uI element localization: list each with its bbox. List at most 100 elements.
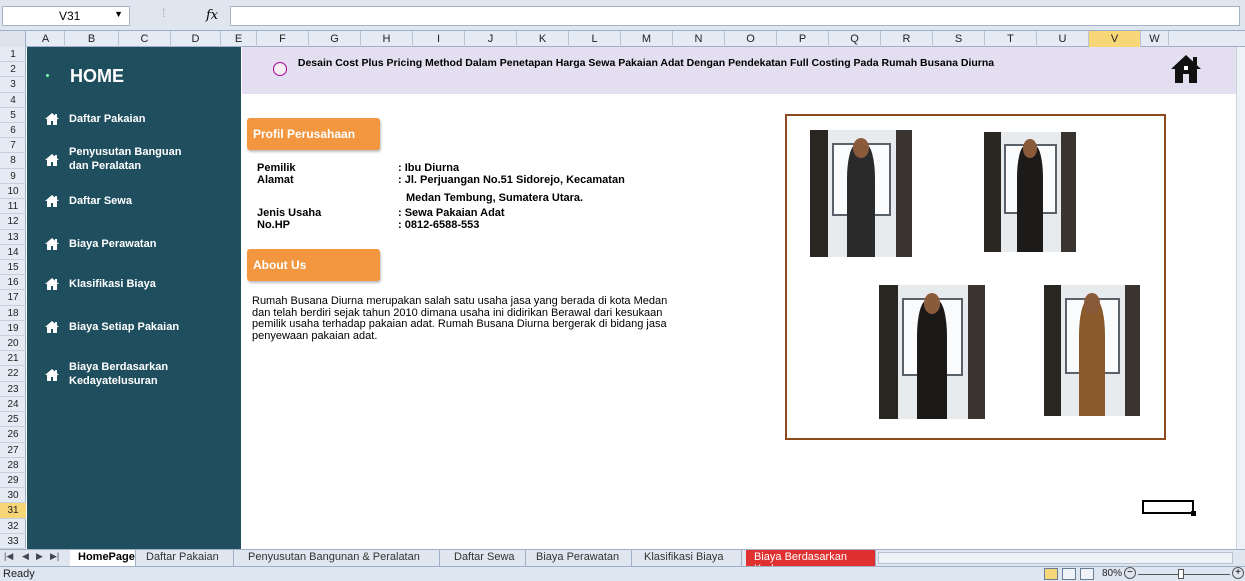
home-icon (44, 320, 60, 334)
column-header-m[interactable]: M (621, 31, 673, 47)
normal-view-button[interactable] (1044, 568, 1058, 580)
row-header-11[interactable]: 11 (0, 199, 26, 215)
column-header-t[interactable]: T (985, 31, 1037, 47)
next-sheet-icon[interactable]: ▶ (36, 551, 43, 562)
sidebar-item-biaya-berdasarkan-kedayatelusuran[interactable]: Biaya Berdasarkan Kedayatelusuran (44, 360, 234, 390)
about-heading-button[interactable]: About Us (247, 249, 380, 281)
sheet-tab-daftar-pakaian[interactable]: Daftar Pakaian (138, 550, 234, 566)
row-header-16[interactable]: 16 (0, 275, 26, 291)
row-header-18[interactable]: 18 (0, 306, 26, 321)
row-header-27[interactable]: 27 (0, 443, 26, 458)
active-cell[interactable] (1142, 500, 1196, 516)
column-header-n[interactable]: N (673, 31, 725, 47)
row-header-33[interactable]: 33 (0, 534, 26, 549)
zoom-slider-thumb[interactable] (1178, 569, 1184, 579)
column-header-h[interactable]: H (361, 31, 413, 47)
sheet-tab-biaya-berdasarkan-ked[interactable]: Biaya Berdasarkan Ked (746, 550, 876, 575)
row-header-28[interactable]: 28 (0, 458, 26, 473)
horizontal-scrollbar[interactable] (878, 552, 1233, 564)
row-header-7[interactable]: 7 (0, 138, 26, 154)
column-header-c[interactable]: C (119, 31, 171, 47)
column-header-w[interactable]: W (1141, 31, 1169, 47)
about-text: Rumah Busana Diurna merupakan salah satu… (252, 295, 702, 342)
sidebar-item-daftar-sewa[interactable]: Daftar Sewa (44, 194, 234, 224)
row-header-12[interactable]: 12 (0, 214, 26, 230)
sheet-tab-klasifikasi-biaya[interactable]: Klasifikasi Biaya (636, 550, 742, 566)
sidebar-item-klasifikasi-biaya[interactable]: Klasifikasi Biaya (44, 277, 234, 307)
row-header-22[interactable]: 22 (0, 366, 26, 382)
sidebar-item-biaya-setiap-pakaian[interactable]: Biaya Setiap Pakaian (44, 320, 234, 350)
sheet-tab-biaya-perawatan[interactable]: Biaya Perawatan (528, 550, 632, 566)
zoom-level[interactable]: 80% (1102, 568, 1122, 579)
column-header-b[interactable]: B (65, 31, 119, 47)
row-header-26[interactable]: 26 (0, 427, 26, 443)
name-box[interactable]: V31 ▼ (2, 6, 130, 26)
column-header-f[interactable]: F (257, 31, 309, 47)
column-header-p[interactable]: P (777, 31, 829, 47)
column-header-s[interactable]: S (933, 31, 985, 47)
prev-sheet-icon[interactable]: ◀ (22, 551, 29, 562)
column-header-j[interactable]: J (465, 31, 517, 47)
sidebar-item-biaya-perawatan[interactable]: Biaya Perawatan (44, 237, 234, 267)
profile-value: : Jl. Perjuangan No.51 Sidorejo, Kecamat… (398, 174, 625, 186)
row-header-17[interactable]: 17 (0, 290, 26, 306)
column-header-u[interactable]: U (1037, 31, 1089, 47)
column-header-v[interactable]: V (1089, 31, 1141, 47)
column-header-o[interactable]: O (725, 31, 777, 47)
row-header-6[interactable]: 6 (0, 123, 26, 139)
select-all-button[interactable] (0, 31, 26, 47)
home-icon[interactable] (1169, 52, 1203, 86)
zoom-in-button[interactable]: + (1232, 567, 1244, 579)
column-header-i[interactable]: I (413, 31, 465, 47)
row-header-25[interactable]: 25 (0, 412, 26, 428)
formula-input[interactable] (230, 6, 1240, 26)
sidebar-title[interactable]: HOME (70, 66, 124, 87)
row-header-13[interactable]: 13 (0, 230, 26, 245)
column-header-k[interactable]: K (517, 31, 569, 47)
column-header-r[interactable]: R (881, 31, 933, 47)
function-icon[interactable]: fx (206, 8, 218, 23)
zoom-out-button[interactable]: − (1124, 567, 1136, 579)
column-header-a[interactable]: A (27, 31, 65, 47)
row-header-14[interactable]: 14 (0, 245, 26, 260)
page-layout-view-button[interactable] (1062, 568, 1076, 580)
sidebar-item-penyusutan-banguan-dan-peralatan[interactable]: Penyusutan Banguan dan Peralatan (44, 145, 234, 175)
row-header-3[interactable]: 3 (0, 77, 26, 93)
row-header-21[interactable]: 21 (0, 351, 26, 367)
row-header-10[interactable]: 10 (0, 184, 26, 200)
row-header-19[interactable]: 19 (0, 321, 26, 337)
row-header-8[interactable]: 8 (0, 153, 26, 169)
sheet-tab-penyusutan-bangunan-peralatan[interactable]: Penyusutan Bangunan & Peralatan (240, 550, 440, 566)
chevron-down-icon[interactable]: ▼ (114, 9, 123, 19)
row-header-31[interactable]: 31 (0, 503, 26, 519)
row-header-20[interactable]: 20 (0, 336, 26, 352)
sheet-tab-homepage[interactable]: HomePage (70, 550, 136, 566)
zoom-slider[interactable] (1138, 574, 1230, 575)
row-header-24[interactable]: 24 (0, 397, 26, 413)
row-header-9[interactable]: 9 (0, 169, 26, 184)
row-header-2[interactable]: 2 (0, 62, 26, 78)
row-header-23[interactable]: 23 (0, 382, 26, 397)
fill-handle[interactable] (1191, 511, 1196, 516)
row-header-1[interactable]: 1 (0, 47, 26, 63)
first-sheet-icon[interactable]: |◀ (4, 551, 13, 562)
row-header-15[interactable]: 15 (0, 260, 26, 276)
row-header-4[interactable]: 4 (0, 93, 26, 108)
column-header-q[interactable]: Q (829, 31, 881, 47)
row-header-30[interactable]: 30 (0, 488, 26, 504)
column-header-e[interactable]: E (221, 31, 257, 47)
row-header-32[interactable]: 32 (0, 519, 26, 534)
column-header-l[interactable]: L (569, 31, 621, 47)
page-break-view-button[interactable] (1080, 568, 1094, 580)
row-header-5[interactable]: 5 (0, 108, 26, 124)
sheet-tab-daftar-sewa[interactable]: Daftar Sewa (446, 550, 526, 566)
last-sheet-icon[interactable]: ▶| (50, 551, 59, 562)
sheet-tab-bar: |◀ ◀ ▶ ▶| HomePage Daftar Pakaian Penyusut… (0, 549, 1245, 575)
sidebar-item-daftar-pakaian[interactable]: Daftar Pakaian (44, 112, 234, 142)
column-header-d[interactable]: D (171, 31, 221, 47)
profile-label: Alamat (257, 174, 294, 186)
vertical-scrollbar[interactable] (1236, 47, 1245, 549)
row-header-29[interactable]: 29 (0, 473, 26, 489)
column-header-g[interactable]: G (309, 31, 361, 47)
profile-heading-button[interactable]: Profil Perusahaan (247, 118, 380, 150)
